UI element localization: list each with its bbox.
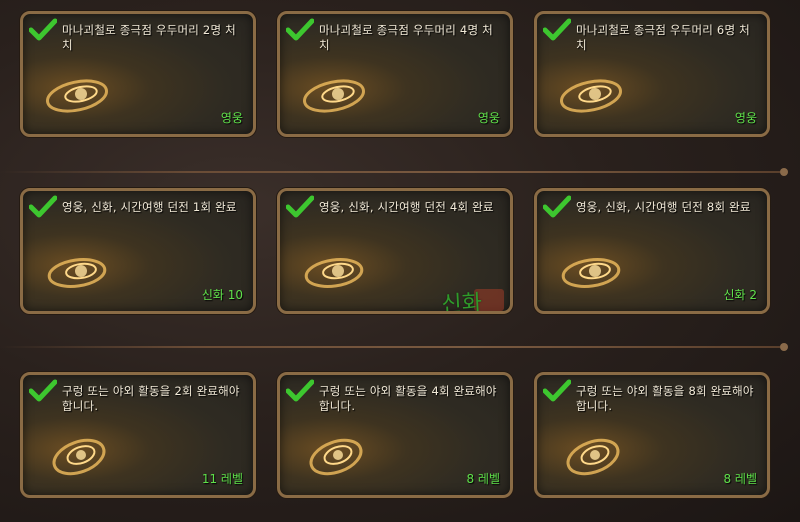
vault-slot-r1c2[interactable]: 마나괴철로 종극점 우두머리 4명 처치 영웅 [277,11,513,137]
row-divider [0,343,788,351]
vault-swirl-icon [560,79,622,113]
row-divider [0,168,788,176]
check-icon [29,379,57,402]
slot-objective: 영웅, 신화, 시간여행 던전 4회 완료 [319,200,494,214]
slot-objective: 영웅, 신화, 시간여행 던전 8회 완료 [576,200,751,214]
slot-objective: 구렁 또는 야외 활동을 8회 완료해야 합니다. [576,384,754,413]
slot-objective: 마나괴철로 종극점 우두머리 2명 처치 [62,23,236,52]
check-icon [286,18,314,41]
vault-swirl-icon [566,438,620,476]
vault-swirl-icon [47,258,107,288]
handwritten-note: 신화 10 [440,290,483,314]
slot-objective: 영웅, 신화, 시간여행 던전 1회 완료 [62,200,237,214]
vault-slot-r2c1[interactable]: 영웅, 신화, 시간여행 던전 1회 완료 신화 10 [20,188,256,314]
slot-reward: 신화 2 [723,288,757,302]
slot-reward: 영웅 [734,111,757,125]
vault-slot-r2c2[interactable]: 영웅, 신화, 시간여행 던전 4회 완료 신화 10 [277,188,513,314]
slot-reward: 영웅 [477,111,500,125]
slot-reward: 8 레벨 [466,472,500,486]
slot-objective: 구렁 또는 야외 활동을 4회 완료해야 합니다. [319,384,497,413]
check-icon [543,379,571,402]
slot-reward: 11 레벨 [201,472,243,486]
vault-swirl-icon [304,258,364,288]
vault-swirl-icon [309,438,363,476]
vault-slot-r2c3[interactable]: 영웅, 신화, 시간여행 던전 8회 완료 신화 2 [534,188,770,314]
slot-objective: 구렁 또는 야외 활동을 2회 완료해야 합니다. [62,384,240,413]
check-icon [29,18,57,41]
vault-swirl-icon [303,79,365,113]
check-icon [286,379,314,402]
check-icon [543,18,571,41]
vault-slot-r3c2[interactable]: 구렁 또는 야외 활동을 4회 완료해야 합니다. 8 레벨 [277,372,513,498]
vault-slot-r3c3[interactable]: 구렁 또는 야외 활동을 8회 완료해야 합니다. 8 레벨 [534,372,770,498]
vault-slot-r1c1[interactable]: 마나괴철로 종극점 우두머리 2명 처치 영웅 [20,11,256,137]
slot-objective: 마나괴철로 종극점 우두머리 6명 처치 [576,23,750,52]
slot-reward: 8 레벨 [723,472,757,486]
check-icon [286,195,314,218]
slot-reward: 신화 10 [201,288,243,302]
vault-swirl-icon [46,79,108,113]
vault-slot-r3c1[interactable]: 구렁 또는 야외 활동을 2회 완료해야 합니다. 11 레벨 [20,372,256,498]
vault-slot-r1c3[interactable]: 마나괴철로 종극점 우두머리 6명 처치 영웅 [534,11,770,137]
slot-objective: 마나괴철로 종극점 우두머리 4명 처치 [319,23,493,52]
vault-swirl-icon [52,438,106,476]
slot-reward: 영웅 [220,111,243,125]
check-icon [29,195,57,218]
check-icon [543,195,571,218]
vault-swirl-icon [561,258,621,288]
